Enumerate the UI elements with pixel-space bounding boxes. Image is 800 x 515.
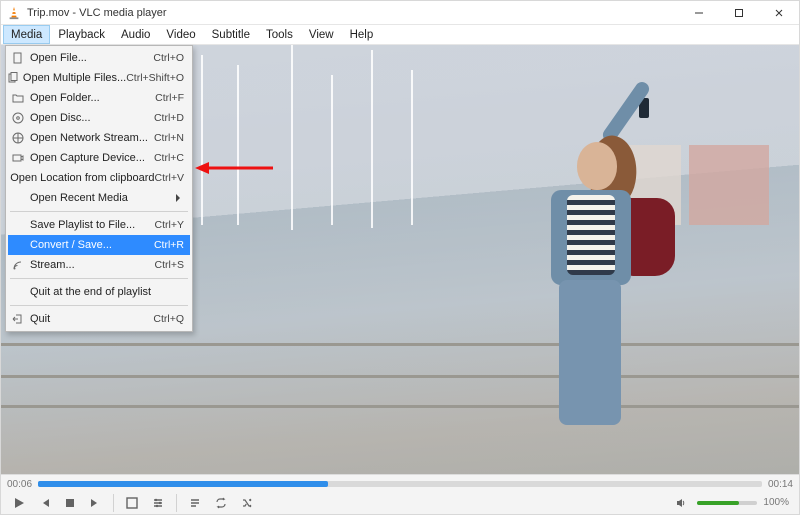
- next-button[interactable]: [83, 493, 107, 513]
- menu-item-shortcut: Ctrl+Shift+O: [126, 72, 184, 84]
- menu-item-label: Open Multiple Files...: [21, 72, 126, 84]
- menu-label: Playback: [58, 29, 105, 41]
- menu-item-label: Convert / Save...: [28, 239, 154, 251]
- menu-open-disc[interactable]: Open Disc... Ctrl+D: [8, 108, 190, 128]
- menu-label: Subtitle: [212, 29, 250, 41]
- menu-separator: [10, 278, 188, 279]
- menu-playback[interactable]: Playback: [50, 25, 113, 44]
- menu-item-label: Quit: [28, 313, 153, 325]
- menu-separator: [10, 211, 188, 212]
- volume-slider[interactable]: [697, 501, 757, 505]
- folder-icon: [8, 92, 28, 104]
- menu-open-multiple-files[interactable]: Open Multiple Files... Ctrl+Shift+O: [8, 68, 190, 88]
- menu-label: Tools: [266, 29, 293, 41]
- menu-separator: [10, 305, 188, 306]
- menu-help[interactable]: Help: [342, 25, 382, 44]
- camera-icon: [8, 152, 28, 164]
- menu-quit-at-end[interactable]: Quit at the end of playlist: [8, 282, 190, 302]
- menu-item-label: Save Playlist to File...: [28, 219, 155, 231]
- menu-open-folder[interactable]: Open Folder... Ctrl+F: [8, 88, 190, 108]
- menu-item-label: Open Disc...: [28, 112, 154, 124]
- menu-label: Audio: [121, 29, 150, 41]
- menu-label: Video: [166, 29, 195, 41]
- menu-convert-save[interactable]: Convert / Save... Ctrl+R: [8, 235, 190, 255]
- menu-item-label: Open Network Stream...: [28, 132, 154, 144]
- menu-item-label: Open Location from clipboard: [8, 172, 154, 184]
- menu-label: View: [309, 29, 334, 41]
- stream-icon: [8, 259, 28, 271]
- menu-open-location-clipboard[interactable]: Open Location from clipboard Ctrl+V: [8, 168, 190, 188]
- menu-subtitle[interactable]: Subtitle: [204, 25, 258, 44]
- close-button[interactable]: [759, 1, 799, 24]
- menu-item-shortcut: Ctrl+Q: [153, 313, 184, 325]
- network-icon: [8, 132, 28, 144]
- menu-open-recent-media[interactable]: Open Recent Media: [8, 188, 190, 208]
- play-button[interactable]: [7, 493, 31, 513]
- quit-icon: [8, 313, 28, 325]
- media-dropdown: Open File... Ctrl+O Open Multiple Files.…: [5, 45, 193, 332]
- dock-fence: [1, 325, 799, 445]
- menu-view[interactable]: View: [301, 25, 342, 44]
- time-elapsed: 00:06: [7, 479, 32, 490]
- menu-open-file[interactable]: Open File... Ctrl+O: [8, 48, 190, 68]
- loop-button[interactable]: [209, 493, 233, 513]
- file-icon: [8, 52, 28, 64]
- menu-item-shortcut: Ctrl+Y: [155, 219, 184, 231]
- extended-settings-button[interactable]: [146, 493, 170, 513]
- minimize-button[interactable]: [679, 1, 719, 24]
- menu-item-shortcut: Ctrl+F: [155, 92, 184, 104]
- menu-item-shortcut: Ctrl+R: [154, 239, 184, 251]
- stop-button[interactable]: [58, 493, 82, 513]
- menu-item-shortcut: Ctrl+C: [154, 152, 184, 164]
- control-divider: [176, 494, 177, 512]
- player-controls: 00:06 00:14 100%: [1, 474, 799, 514]
- annotation-arrow: [195, 159, 273, 177]
- menu-item-shortcut: Ctrl+N: [154, 132, 184, 144]
- menu-tools[interactable]: Tools: [258, 25, 301, 44]
- menubar: Media Playback Audio Video Subtitle Tool…: [1, 25, 799, 45]
- menu-item-label: Quit at the end of playlist: [28, 286, 184, 298]
- volume-percent: 100%: [763, 497, 789, 508]
- menu-video[interactable]: Video: [158, 25, 203, 44]
- menu-audio[interactable]: Audio: [113, 25, 158, 44]
- menu-item-label: Open Capture Device...: [28, 152, 154, 164]
- control-divider: [113, 494, 114, 512]
- menu-item-label: Open Recent Media: [28, 192, 184, 204]
- shuffle-button[interactable]: [235, 493, 259, 513]
- menu-item-label: Open Folder...: [28, 92, 155, 104]
- menu-label: Media: [11, 29, 42, 41]
- menu-open-network-stream[interactable]: Open Network Stream... Ctrl+N: [8, 128, 190, 148]
- menu-item-shortcut: Ctrl+V: [155, 172, 184, 184]
- seek-bar[interactable]: [38, 481, 762, 487]
- files-icon: [8, 72, 21, 84]
- disc-icon: [8, 112, 28, 124]
- menu-item-label: Open File...: [28, 52, 153, 64]
- person-figure: [489, 100, 679, 430]
- menu-quit[interactable]: Quit Ctrl+Q: [8, 309, 190, 329]
- menu-media[interactable]: Media: [3, 25, 50, 44]
- time-total: 00:14: [768, 479, 793, 490]
- maximize-button[interactable]: [719, 1, 759, 24]
- vlc-logo-icon: [7, 6, 21, 20]
- fullscreen-button[interactable]: [120, 493, 144, 513]
- menu-item-label: Stream...: [28, 259, 155, 271]
- mute-button[interactable]: [669, 493, 693, 513]
- menu-open-capture-device[interactable]: Open Capture Device... Ctrl+C: [8, 148, 190, 168]
- menu-item-shortcut: Ctrl+D: [154, 112, 184, 124]
- menu-stream[interactable]: Stream... Ctrl+S: [8, 255, 190, 275]
- menu-save-playlist[interactable]: Save Playlist to File... Ctrl+Y: [8, 215, 190, 235]
- menu-label: Help: [350, 29, 374, 41]
- window-title: Trip.mov - VLC media player: [27, 7, 679, 19]
- menu-item-shortcut: Ctrl+S: [155, 259, 184, 271]
- playlist-button[interactable]: [183, 493, 207, 513]
- titlebar: Trip.mov - VLC media player: [1, 1, 799, 25]
- prev-button[interactable]: [33, 493, 57, 513]
- menu-item-shortcut: Ctrl+O: [153, 52, 184, 64]
